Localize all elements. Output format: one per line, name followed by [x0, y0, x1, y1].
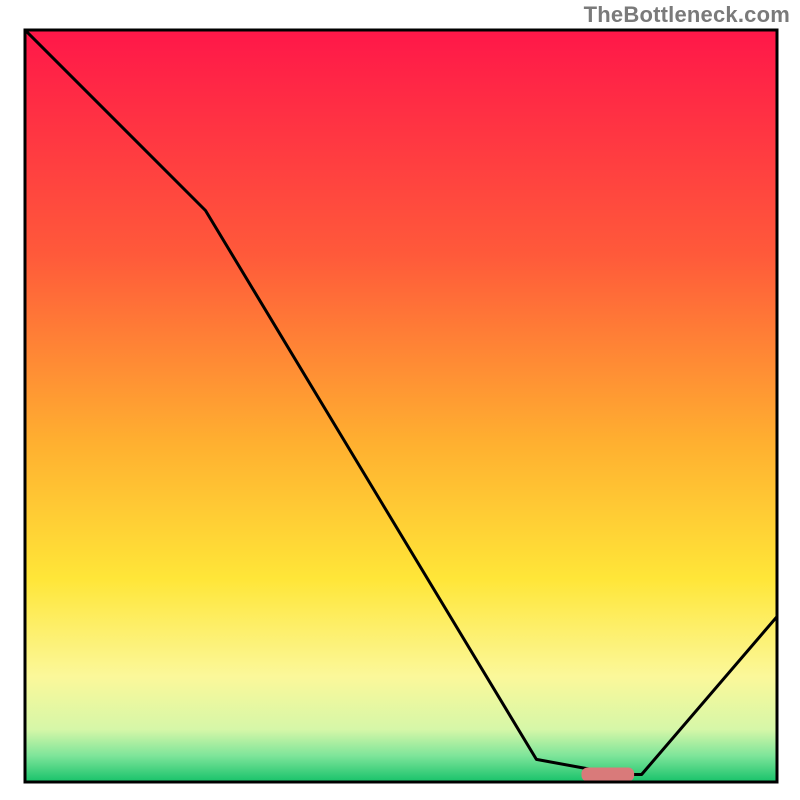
- chart-container: TheBottleneck.com: [0, 0, 800, 800]
- bottleneck-chart: [0, 0, 800, 800]
- optimal-marker: [581, 767, 634, 781]
- watermark-label: TheBottleneck.com: [584, 2, 790, 28]
